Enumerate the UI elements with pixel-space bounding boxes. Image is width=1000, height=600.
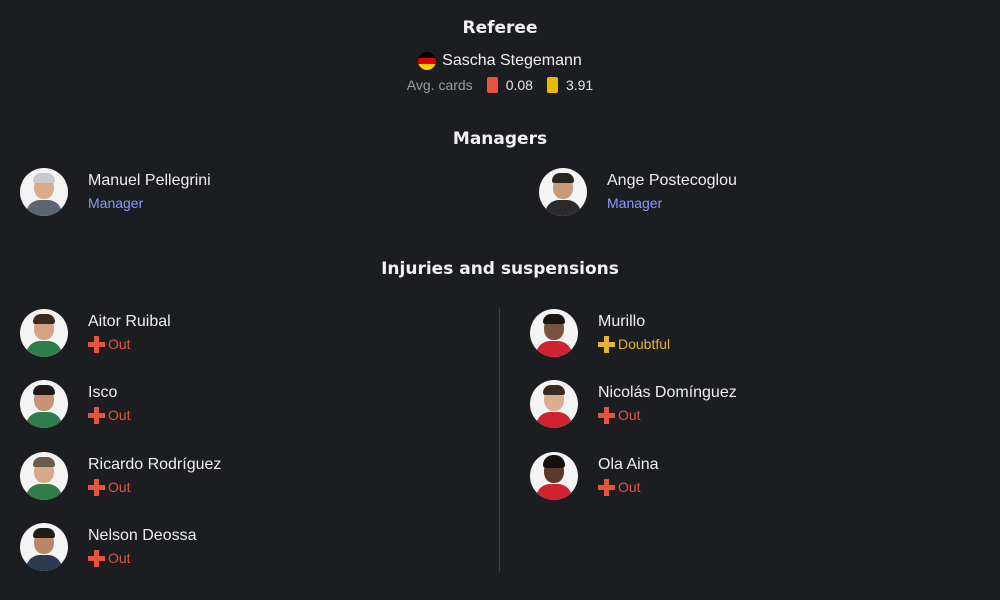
injuries-title: Injuries and suspensions xyxy=(381,259,619,279)
status-badge: Out xyxy=(88,477,221,497)
status-label: Out xyxy=(618,407,641,423)
player-name: Isco xyxy=(88,384,118,401)
red-card-icon xyxy=(486,77,498,93)
player-name: Nicolás Domínguez xyxy=(598,384,737,401)
status-badge: Out xyxy=(88,405,131,425)
manager-name: Manuel Pellegrini xyxy=(88,172,211,189)
status-label: Doubtful xyxy=(618,336,671,352)
avatar xyxy=(530,380,578,428)
status-badge: Out xyxy=(598,405,737,425)
avatar xyxy=(530,309,578,357)
injured-player-home[interactable]: Ricardo Rodríguez Out xyxy=(20,452,221,500)
injured-player-away[interactable]: Murillo Doubtful xyxy=(530,309,670,357)
avatar xyxy=(20,523,68,571)
avatar xyxy=(20,452,68,500)
avatar xyxy=(539,168,587,216)
status-badge: Out xyxy=(88,334,171,354)
injury-cross-icon xyxy=(598,406,615,424)
referee-cards: Avg. cards 0.08 3.91 xyxy=(0,77,1000,93)
avg-cards-label: Avg. cards xyxy=(406,77,473,93)
yellow-card-avg: 3.91 xyxy=(565,77,594,93)
avatar xyxy=(20,168,68,216)
injured-player-away[interactable]: Ola Aina Out xyxy=(530,452,658,500)
status-label: Out xyxy=(108,479,131,495)
status-badge: Doubtful xyxy=(598,334,670,354)
manager-role: Manager xyxy=(607,195,663,211)
player-name: Aitor Ruibal xyxy=(88,313,171,330)
referee-row[interactable]: Sascha Stegemann xyxy=(0,52,1000,70)
player-name: Murillo xyxy=(598,313,646,330)
yellow-card-icon xyxy=(546,77,558,93)
injury-cross-icon xyxy=(88,406,105,424)
status-badge: Out xyxy=(598,477,658,497)
player-name: Nelson Deossa xyxy=(88,527,197,544)
manager-role: Manager xyxy=(88,195,144,211)
injury-cross-icon xyxy=(88,549,105,567)
player-name: Ola Aina xyxy=(598,456,659,473)
player-name: Ricardo Rodríguez xyxy=(88,456,222,473)
injury-cross-icon xyxy=(598,478,615,496)
red-card-avg: 0.08 xyxy=(505,77,533,93)
column-divider xyxy=(499,308,500,572)
injury-cross-icon xyxy=(88,335,105,353)
status-label: Out xyxy=(618,479,641,495)
injured-player-home[interactable]: Nelson Deossa Out xyxy=(20,523,197,571)
avatar xyxy=(20,309,68,357)
injured-player-home[interactable]: Isco Out xyxy=(20,380,131,428)
status-label: Out xyxy=(108,336,131,352)
avatar xyxy=(530,452,578,500)
match-info-page: Referee Sascha Stegemann Avg. cards 0.08… xyxy=(0,0,1000,600)
referee-name: Sascha Stegemann xyxy=(442,52,582,69)
germany-flag-icon xyxy=(418,52,437,70)
doubtful-cross-icon xyxy=(598,335,615,353)
manager-name: Ange Postecoglou xyxy=(607,172,737,189)
injury-cross-icon xyxy=(88,478,105,496)
status-badge: Out xyxy=(88,548,197,568)
status-label: Out xyxy=(108,407,131,423)
injured-player-away[interactable]: Nicolás Domínguez Out xyxy=(530,380,737,428)
injured-player-home[interactable]: Aitor Ruibal Out xyxy=(20,309,171,357)
manager-away[interactable]: Ange Postecoglou Manager xyxy=(539,168,737,216)
status-label: Out xyxy=(108,550,131,566)
referee-title: Referee xyxy=(462,18,538,38)
manager-home[interactable]: Manuel Pellegrini Manager xyxy=(20,168,211,216)
avatar xyxy=(20,380,68,428)
managers-title: Managers xyxy=(452,129,548,149)
